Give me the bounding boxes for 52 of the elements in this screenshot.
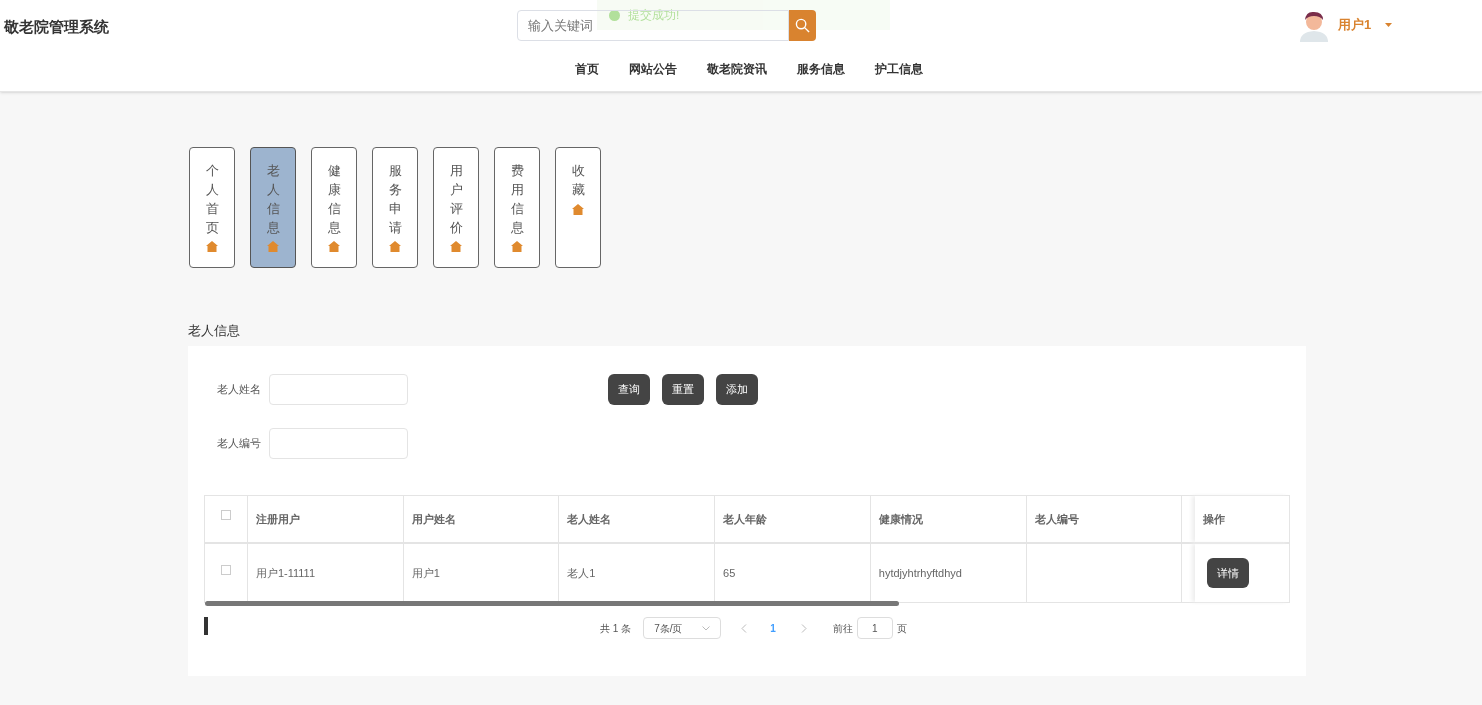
filter-label: 老人编号 [216,436,262,452]
house-icon [267,241,279,253]
site-title: 敬老院管理系统 [4,17,109,37]
nav-link[interactable]: 护工信息 [860,60,938,78]
column-header: 健康情况 [870,496,1027,542]
checkbox[interactable] [220,510,231,520]
column-header: 注册用户 [247,496,404,542]
house-icon [328,241,340,253]
search-icon [795,18,810,33]
chevron-left-icon[interactable] [741,623,748,633]
chevron-down-icon [702,625,711,631]
page-size-select[interactable]: 7条/页 [643,617,722,639]
nav-link[interactable]: 首页 [560,60,614,78]
column-header: 老人年龄 [715,496,871,542]
caret-icon [1385,23,1393,27]
chevron-right-icon[interactable] [800,623,807,633]
nav-link[interactable]: 敬老院资讯 [692,60,782,78]
side-tab[interactable]: 个人首页 [189,147,235,268]
column-header: 用户姓名 [403,496,560,542]
action-button[interactable]: 重置 [662,374,704,405]
column-header: 老人姓名 [559,496,716,542]
details-button[interactable]: 详情 [1207,558,1250,588]
house-icon [572,203,584,215]
section-title: 老人信息 [188,323,240,338]
action-button[interactable]: 查询 [608,374,650,405]
search-button[interactable] [789,10,816,41]
house-icon [450,241,462,253]
side-tab[interactable]: 用户评价 [433,147,479,268]
nav-link[interactable]: 服务信息 [782,60,860,78]
goto-label: 前往 [832,621,853,636]
filter-field[interactable] [269,374,408,405]
nav-link[interactable]: 网站公告 [614,60,692,78]
column-header: 老人编号 [1026,496,1183,542]
house-icon [389,241,401,253]
page-marker [204,617,208,635]
checkbox[interactable] [220,565,231,575]
filter-label: 老人姓名 [216,382,262,398]
side-tab[interactable]: 老人信息 [250,147,296,268]
goto-field[interactable]: 1 [856,617,893,639]
action-button[interactable]: 添加 [716,374,758,405]
side-tab[interactable]: 健康信息 [311,147,357,268]
side-tab[interactable]: 费用信息 [494,147,540,268]
side-tab[interactable]: 服务申请 [372,147,418,268]
filter-field[interactable] [269,428,408,459]
scrollbar-thumb[interactable] [205,601,899,606]
house-icon [206,241,218,253]
total-count: 共 1 条 [600,621,632,636]
house-icon [511,241,523,253]
side-tab[interactable]: 收藏 [555,147,601,268]
success-icon [609,9,620,21]
page-unit: 页 [896,621,907,636]
column-header: 操作 [1195,496,1290,542]
